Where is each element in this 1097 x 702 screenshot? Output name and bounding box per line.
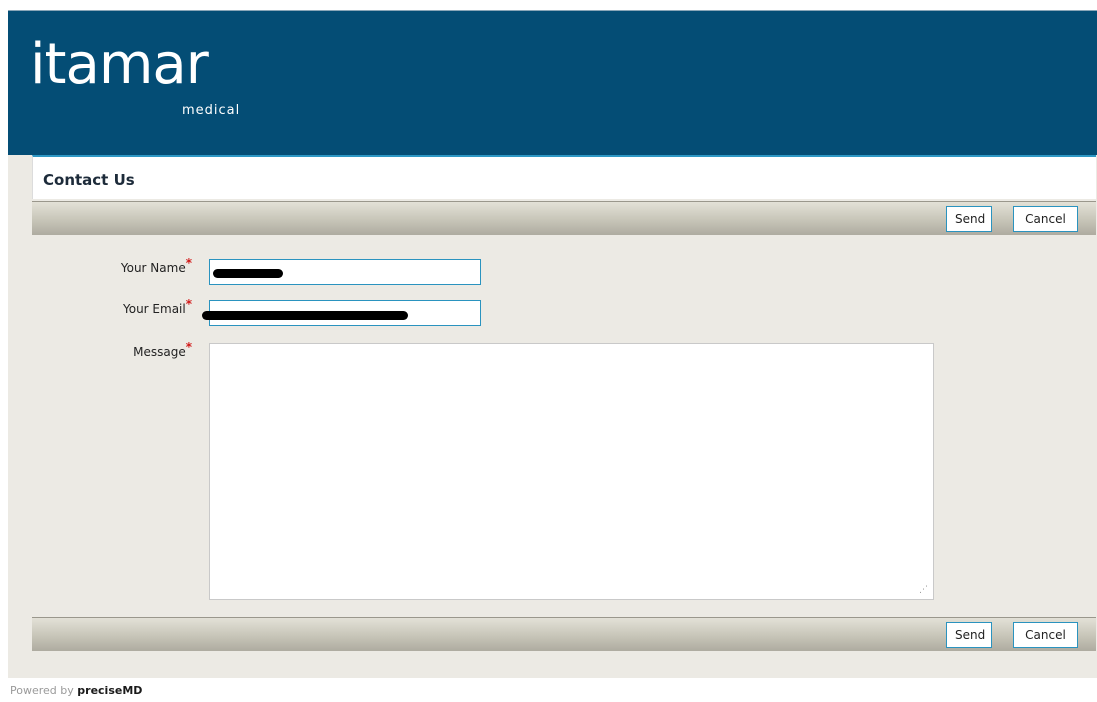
powered-by-footer: Powered by preciseMD (10, 684, 142, 697)
required-marker: * (185, 297, 192, 311)
required-marker: * (185, 340, 192, 354)
top-toolbar: Send Cancel (32, 201, 1096, 235)
message-label: Message* (32, 341, 192, 359)
page-title: Contact Us (43, 171, 135, 189)
product-name: preciseMD (77, 684, 143, 697)
redaction-mark-email (202, 311, 408, 320)
send-button-bottom[interactable]: Send (946, 622, 992, 648)
email-label-text: Your Email (122, 302, 186, 316)
redaction-mark-name (213, 269, 283, 278)
window-top-strip (0, 0, 1097, 10)
name-label-text: Your Name (120, 261, 186, 275)
cancel-button-top[interactable]: Cancel (1013, 206, 1078, 232)
name-label: Your Name* (32, 257, 192, 275)
email-label: Your Email* (32, 298, 192, 316)
itamar-logo: itamar medical (30, 32, 239, 119)
header-banner: itamar medical (8, 10, 1097, 155)
cancel-button-bottom[interactable]: Cancel (1013, 622, 1078, 648)
logo-word: itamar (30, 32, 209, 97)
contact-panel: Contact Us Send Cancel Your Name* Your E… (8, 155, 1097, 678)
logo-subtitle: medical (182, 103, 241, 118)
message-textarea[interactable] (209, 343, 934, 600)
powered-by-text: Powered by (10, 684, 74, 697)
bottom-toolbar: Send Cancel (32, 617, 1096, 651)
message-label-text: Message (133, 345, 186, 359)
resize-grip-icon[interactable]: ⋰ (919, 585, 929, 595)
panel-titlebar: Contact Us (32, 155, 1096, 199)
panel-bottom-strip (32, 651, 1096, 678)
required-marker: * (185, 256, 192, 270)
contact-form: Your Name* Your Email* Message* ⋰ (32, 235, 1096, 617)
send-button-top[interactable]: Send (946, 206, 992, 232)
